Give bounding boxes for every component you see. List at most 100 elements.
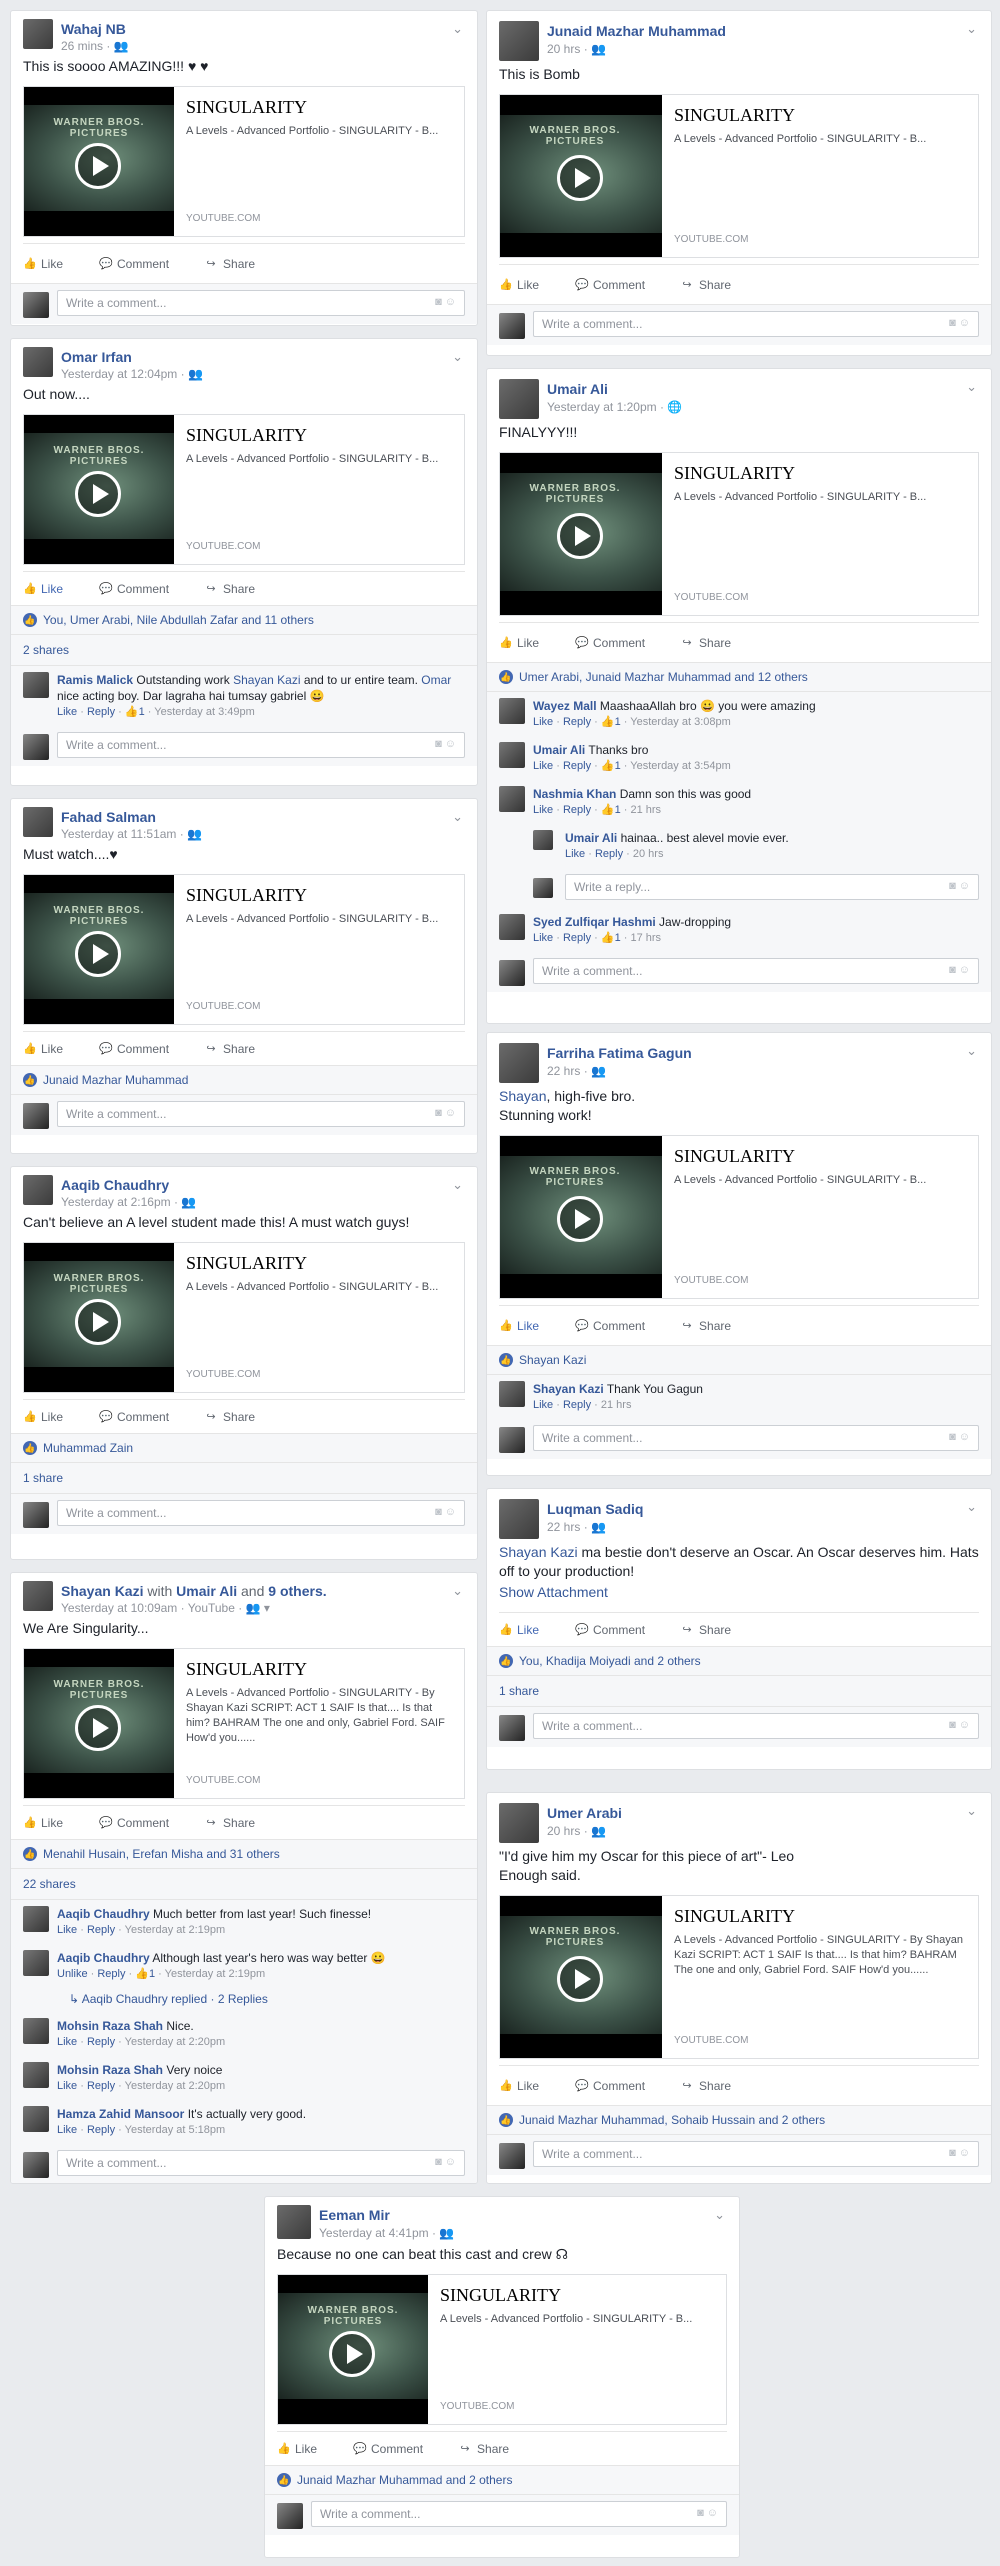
comment-like[interactable]: Like	[57, 1924, 77, 1936]
share-button[interactable]: ↪ Share	[459, 2442, 509, 2456]
chevron-down-icon[interactable]: ⌄	[966, 1043, 977, 1059]
comment-like[interactable]: Like	[57, 2124, 77, 2136]
camera-icon[interactable]: ◙ ☺	[949, 1719, 970, 1731]
timestamp[interactable]: 20 hrs · 👥	[547, 1824, 606, 1838]
commenter-name[interactable]: Aaqib Chaudhry	[57, 1951, 150, 1965]
chevron-down-icon[interactable]: ⌄	[452, 1583, 463, 1599]
video-thumbnail[interactable]: WARNER BROS. PICTURES	[24, 1649, 174, 1798]
author-name[interactable]: Umer Arabi	[547, 1805, 622, 1821]
link-preview[interactable]: WARNER BROS. PICTURES SINGULARITY A Level…	[23, 86, 465, 237]
commenter-name[interactable]: Umair Ali	[533, 743, 585, 757]
camera-icon[interactable]: ◙ ☺	[949, 1431, 970, 1443]
avatar[interactable]	[499, 698, 525, 724]
play-icon[interactable]	[557, 513, 603, 559]
avatar[interactable]	[23, 2062, 49, 2088]
chevron-down-icon[interactable]: ⌄	[452, 1177, 463, 1193]
comment-button[interactable]: 💬 Comment	[99, 1410, 169, 1424]
link-preview[interactable]: WARNER BROS. PICTURES SINGULARITY A Level…	[277, 2274, 727, 2425]
comment-reply[interactable]: Reply	[87, 1924, 115, 1936]
timestamp[interactable]: 20 hrs · 👥	[547, 42, 606, 56]
commenter-name[interactable]: Ramis Malick	[57, 673, 133, 687]
avatar[interactable]	[499, 379, 539, 419]
play-icon[interactable]	[329, 2331, 375, 2377]
author-name[interactable]: Umair Ali	[547, 381, 608, 397]
show-attachment-link[interactable]: Show Attachment	[487, 1583, 991, 1612]
play-icon[interactable]	[557, 1956, 603, 2002]
camera-icon[interactable]: ◙ ☺	[435, 1107, 456, 1119]
avatar[interactable]	[499, 914, 525, 940]
comment-input[interactable]: Write a comment... ◙ ☺	[57, 1101, 465, 1127]
comment-reply[interactable]: Reply	[97, 1968, 125, 1980]
author-name[interactable]: Wahaj NB	[61, 21, 126, 37]
camera-icon[interactable]: ◙ ☺	[435, 296, 456, 308]
view-replies-link[interactable]: ↳ Aaqib Chaudhry replied · 2 Replies	[11, 1988, 477, 2012]
commenter-name[interactable]: Nashmia Khan	[533, 787, 616, 801]
timestamp[interactable]: Yesterday at 1:20pm · 🌐	[547, 400, 682, 414]
commenter-name[interactable]: Shayan Kazi	[533, 1382, 604, 1396]
video-thumbnail[interactable]: WARNER BROS. PICTURES	[500, 1136, 662, 1298]
avatar[interactable]	[499, 1499, 539, 1539]
video-thumbnail[interactable]: WARNER BROS. PICTURES	[278, 2275, 428, 2424]
comment-reply[interactable]: Reply	[87, 2080, 115, 2092]
reactions-summary[interactable]: 👍 You, Umer Arabi, Nile Abdullah Zafar an…	[11, 606, 477, 635]
comment-like[interactable]: Like	[57, 706, 77, 718]
reactions-summary[interactable]: 👍 Menahil Husain, Erefan Misha and 31 oth…	[11, 1840, 477, 1869]
comment-input[interactable]: Write a comment... ◙ ☺	[533, 1713, 979, 1739]
comment-like[interactable]: Like	[533, 716, 553, 728]
camera-icon[interactable]: ◙ ☺	[949, 964, 970, 976]
video-thumbnail[interactable]: WARNER BROS. PICTURES	[500, 453, 662, 615]
avatar[interactable]	[23, 347, 53, 377]
author-name[interactable]: Eeman Mir	[319, 2207, 390, 2223]
share-button[interactable]: ↪ Share	[205, 1816, 255, 1830]
chevron-down-icon[interactable]: ⌄	[966, 21, 977, 37]
commenter-name[interactable]: Wayez Mall	[533, 699, 597, 713]
commenter-name[interactable]: Mohsin Raza Shah	[57, 2019, 163, 2033]
author-name[interactable]: Omar Irfan	[61, 349, 132, 365]
author-name[interactable]: Junaid Mazhar Muhammad	[547, 23, 726, 39]
video-thumbnail[interactable]: WARNER BROS. PICTURES	[500, 1896, 662, 2058]
reactions-summary[interactable]: 👍 Shayan Kazi	[487, 1346, 991, 1375]
commenter-name[interactable]: Aaqib Chaudhry	[57, 1907, 150, 1921]
video-thumbnail[interactable]: WARNER BROS. PICTURES	[24, 415, 174, 564]
shares-count[interactable]: 1 share	[487, 1676, 991, 1707]
avatar[interactable]	[499, 1381, 525, 1407]
timestamp[interactable]: 22 hrs · 👥	[547, 1064, 606, 1078]
reactions-summary[interactable]: 👍 You, Khadija Moiyadi and 2 others	[487, 1647, 991, 1676]
link-preview[interactable]: WARNER BROS. PICTURES SINGULARITY A Level…	[499, 452, 979, 616]
timestamp[interactable]: Yesterday at 11:51am · 👥	[61, 827, 202, 841]
avatar[interactable]	[23, 2106, 49, 2132]
author-name[interactable]: Aaqib Chaudhry	[61, 1177, 169, 1193]
like-button[interactable]: 👍 Like	[23, 257, 63, 271]
video-thumbnail[interactable]: WARNER BROS. PICTURES	[500, 95, 662, 257]
reactions-summary[interactable]: 👍 Junaid Mazhar Muhammad	[11, 1066, 477, 1095]
link-preview[interactable]: WARNER BROS. PICTURES SINGULARITY A Level…	[499, 94, 979, 258]
share-button[interactable]: ↪ Share	[205, 582, 255, 596]
camera-icon[interactable]: ◙ ☺	[435, 2156, 456, 2168]
comment-input[interactable]: Write a comment... ◙ ☺	[57, 732, 465, 758]
mention-link[interactable]: Shayan Kazi	[233, 673, 300, 687]
shares-count[interactable]: 1 share	[11, 1463, 477, 1494]
comment-button[interactable]: 💬 Comment	[99, 1816, 169, 1830]
like-button[interactable]: 👍 Like	[499, 278, 539, 292]
link-preview[interactable]: WARNER BROS. PICTURES SINGULARITY A Level…	[23, 874, 465, 1025]
comment-input[interactable]: Write a comment... ◙ ☺	[533, 1425, 979, 1451]
camera-icon[interactable]: ◙ ☺	[697, 2507, 718, 2519]
share-button[interactable]: ↪ Share	[205, 257, 255, 271]
comment-input[interactable]: Write a comment... ◙ ☺	[311, 2501, 727, 2527]
link-preview[interactable]: WARNER BROS. PICTURES SINGULARITY A Level…	[499, 1895, 979, 2059]
link-preview[interactable]: WARNER BROS. PICTURES SINGULARITY A Level…	[23, 414, 465, 565]
play-icon[interactable]	[557, 155, 603, 201]
avatar[interactable]	[277, 2205, 311, 2239]
like-button[interactable]: 👍 Like	[23, 1410, 63, 1424]
camera-icon[interactable]: ◙ ☺	[435, 1506, 456, 1518]
camera-icon[interactable]: ◙ ☺	[949, 880, 970, 892]
chevron-down-icon[interactable]: ⌄	[452, 809, 463, 825]
avatar[interactable]	[499, 1803, 539, 1843]
avatar[interactable]	[23, 19, 53, 49]
chevron-down-icon[interactable]: ⌄	[966, 379, 977, 395]
comment-button[interactable]: 💬 Comment	[99, 582, 169, 596]
video-thumbnail[interactable]: WARNER BROS. PICTURES	[24, 87, 174, 236]
chevron-down-icon[interactable]: ⌄	[452, 21, 463, 37]
mention-link[interactable]: Shayan Kazi	[499, 1544, 578, 1560]
comment-button[interactable]: 💬 Comment	[353, 2442, 423, 2456]
